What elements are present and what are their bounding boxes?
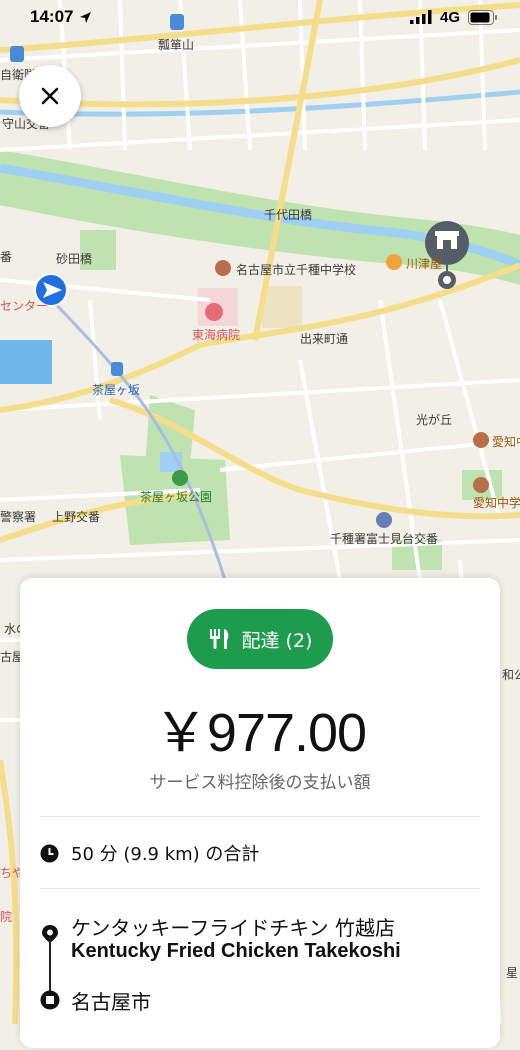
map-label: 愛知中学 [473, 496, 520, 510]
map-label: 出来町通 [300, 332, 349, 346]
map-label: センター [0, 299, 49, 313]
status-right: 4G [409, 8, 498, 26]
pickup-name-en: Kentucky Fried Chicken Takekoshi [71, 940, 401, 962]
status-time: 14:07 [30, 7, 74, 26]
fork-knife-icon [209, 629, 228, 649]
map-label: 院 [0, 910, 13, 924]
trip-duration-text: 50 分 (9.9 km) の合計 [71, 844, 260, 865]
route-connector [49, 938, 51, 992]
map-label: 東海病院 [192, 328, 241, 342]
location-arrow-icon [80, 11, 92, 23]
status-left: 14:07 [30, 7, 92, 27]
map-label: 千種署富士見台交番 [330, 532, 439, 546]
map-label: 上野交番 [52, 510, 101, 524]
map-label: 星 [506, 966, 519, 980]
pickup-name-jp: ケンタッキーフライドチキン 竹越店 [71, 916, 395, 940]
map-label: 和公 [502, 668, 520, 682]
close-icon [41, 87, 59, 105]
dropoff-location: 名古屋市 [71, 990, 151, 1014]
dropoff-square-icon [40, 990, 60, 1010]
divider [40, 816, 480, 817]
network-type: 4G [439, 8, 460, 26]
map-label: 光が丘 [416, 413, 453, 427]
delivery-count-badge[interactable]: 配達 (2) [187, 609, 333, 669]
status-bar: 14:07 4G [0, 0, 520, 34]
map-label: 茶屋ヶ坂公園 [140, 490, 213, 504]
map-label: 名古屋市立千種中学校 [236, 263, 357, 277]
map-label: 愛知中 [492, 435, 520, 449]
map-label: 茶屋ヶ坂 [92, 383, 141, 397]
clock-icon [40, 844, 59, 862]
payout-description: サービス料控除後の支払い額 [149, 773, 371, 793]
map-label: 警察署 [0, 510, 37, 524]
trip-duration-row: 50 分 (9.9 km) の合計 [40, 840, 259, 866]
map-label: 砂田橋 [56, 252, 93, 266]
map-label: 千代田橋 [264, 208, 313, 222]
divider [40, 888, 480, 889]
route-details: ケンタッキーフライドチキン 竹越店 Kentucky Fried Chicken… [40, 910, 480, 1050]
map-label: 番 [0, 250, 13, 264]
map-label: 川津屋 [406, 257, 443, 271]
delivery-count-label: 配達 (2) [241, 629, 313, 652]
battery-icon [468, 9, 497, 25]
close-button[interactable] [19, 65, 81, 127]
signal-bars-icon [409, 10, 432, 24]
trip-summary-card: 配達 (2) ￥977.00 サービス料控除後の支払い額 50 分 (9.9 k… [20, 578, 500, 1048]
map-label: 瓢箪山 [158, 38, 195, 52]
payout-amount: ￥977.00 [153, 703, 367, 763]
